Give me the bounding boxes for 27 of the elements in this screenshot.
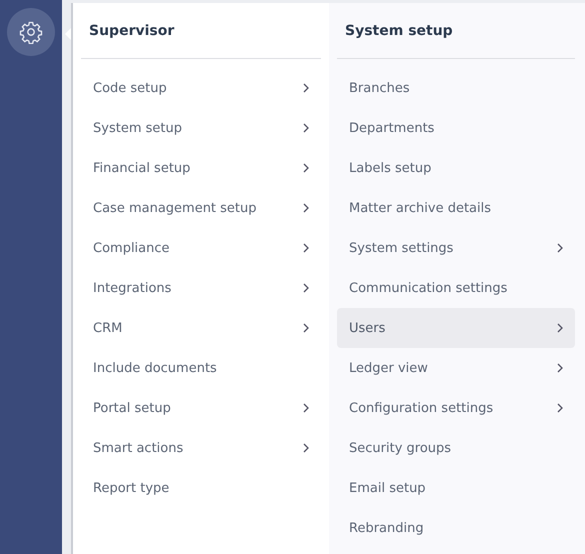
menu-item[interactable]: Smart actions (81, 428, 321, 468)
menu-item[interactable]: Integrations (81, 268, 321, 308)
menu-item[interactable]: Communication settings (337, 268, 575, 308)
menu-item[interactable]: Include documents (81, 348, 321, 388)
menu-item[interactable]: Matter archive details (337, 188, 575, 228)
menu-item[interactable]: Configuration settings (337, 388, 575, 428)
menu-item[interactable]: Users (337, 308, 575, 348)
menu-item[interactable]: Email setup (337, 468, 575, 508)
menu-item[interactable]: Rebranding (337, 508, 575, 548)
settings-icon (19, 20, 43, 44)
menu-item[interactable]: Report type (81, 468, 321, 508)
menu-item[interactable]: System settings (337, 228, 575, 268)
menu-item[interactable]: Security groups (337, 428, 575, 468)
menu-item[interactable]: Departments (337, 108, 575, 148)
menu-item[interactable]: Code setup (81, 68, 321, 108)
menu-item[interactable]: Financial setup (81, 148, 321, 188)
settings-button[interactable] (7, 8, 55, 56)
menu-item[interactable]: Ledger view (337, 348, 575, 388)
menu-item[interactable]: Portal setup (81, 388, 321, 428)
menu-item[interactable]: Compliance (81, 228, 321, 268)
menu-item[interactable]: System setup (81, 108, 321, 148)
menu-item[interactable]: Case management setup (81, 188, 321, 228)
menu-title: Supervisor (81, 3, 321, 59)
menu-item[interactable]: Labels setup (337, 148, 575, 188)
menu-item[interactable]: CRM (81, 308, 321, 348)
menu-item[interactable]: Branches (337, 68, 575, 108)
submenu-title: System setup (337, 3, 575, 59)
